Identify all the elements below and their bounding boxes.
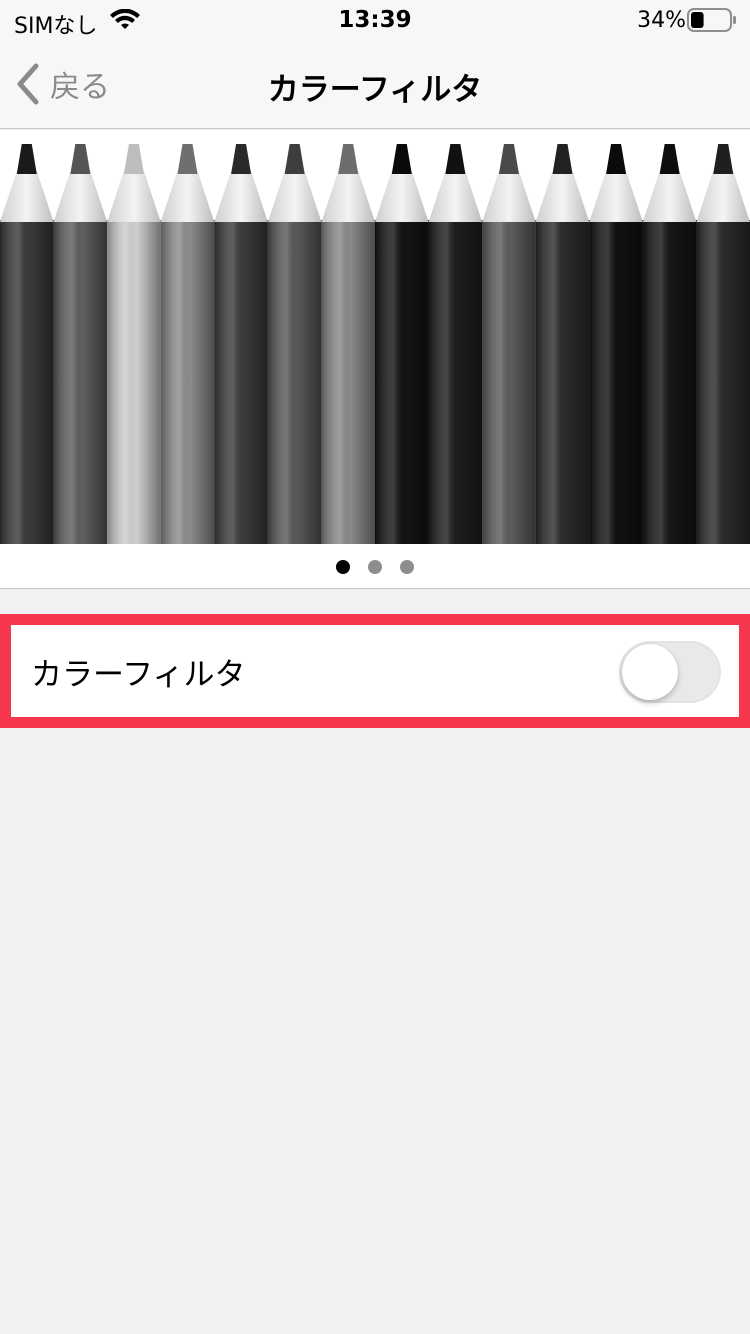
pencil [107,144,161,544]
pencils-image [0,144,750,544]
battery-icon [687,8,736,32]
pencil [642,144,697,544]
page-dot [368,560,382,574]
pencil [482,144,536,544]
pencil [321,144,375,544]
toggle-knob [622,644,678,700]
color-filter-toggle[interactable] [619,641,721,703]
color-filter-row: カラーフィルタ [11,625,739,717]
pencil [0,144,54,544]
color-filter-label: カラーフィルタ [31,656,246,693]
pencil-group [0,144,750,544]
screen: SIMなし 13:39 34% 戻る カラーフィルタ カラーフィルタ [0,0,750,1334]
highlight-frame: カラーフィルタ [0,614,750,728]
pencil [160,144,215,544]
page-title: カラーフィルタ [267,72,483,108]
navigation-bar: 戻る カラーフィルタ [0,40,750,129]
filter-preview[interactable] [0,130,750,589]
pencil [214,144,268,544]
page-dot [336,560,350,574]
page-dot [400,560,414,574]
pencil [375,144,429,544]
battery-percent: 34% [637,8,686,33]
pencil [535,144,590,544]
pencil [589,144,643,544]
pencil [53,144,108,544]
pencil [267,144,322,544]
pencil [428,144,483,544]
status-bar: SIMなし 13:39 34% [0,0,750,40]
pencil [696,144,750,544]
page-indicator[interactable] [0,560,750,574]
battery-fill [691,12,704,28]
